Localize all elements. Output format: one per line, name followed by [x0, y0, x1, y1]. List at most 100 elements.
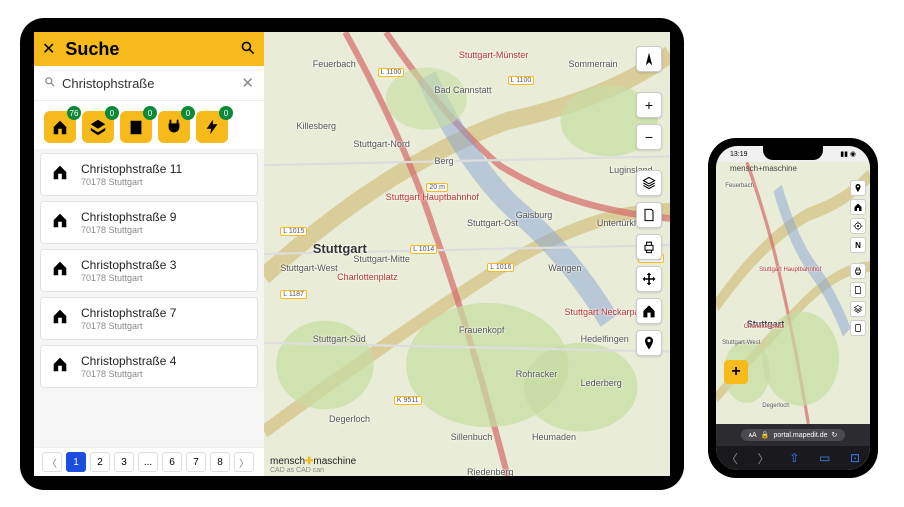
- phone-target-button[interactable]: [850, 218, 866, 234]
- filter-badge: 0: [219, 106, 233, 120]
- map-label: Charlottenplatz: [337, 272, 398, 282]
- map-watermark: mensch✚maschine CAD as CAD can: [270, 456, 356, 474]
- search-input[interactable]: [62, 76, 241, 91]
- home-icon: [51, 307, 69, 330]
- filter-bolt[interactable]: 0: [196, 111, 228, 143]
- print-button[interactable]: [636, 234, 662, 260]
- page-2[interactable]: 2: [90, 452, 110, 472]
- page-1[interactable]: 1: [66, 452, 86, 472]
- page-7[interactable]: 7: [186, 452, 206, 472]
- map-label: Riedenberg: [467, 467, 514, 476]
- page-next[interactable]: 〉: [234, 452, 254, 472]
- phone-map-label: Charlottenplatz: [744, 324, 784, 330]
- map-label: Rohracker: [516, 369, 558, 379]
- phone-doc-button[interactable]: [850, 282, 866, 298]
- home-icon: [51, 259, 69, 282]
- route-badge: L 1100: [508, 76, 535, 85]
- phone-url[interactable]: ᴀA 🔒 portal.mapedit.de ↻: [741, 429, 846, 441]
- result-subtitle: 70178 Stuttgart: [81, 369, 176, 379]
- phone-clip-button[interactable]: [850, 320, 866, 336]
- route-badge: K 9511: [394, 396, 422, 405]
- map-label: Stuttgart Neckarpark: [564, 307, 647, 317]
- phone-map[interactable]: mensch+maschine StuttgartFeuerbachStuttg…: [716, 162, 870, 424]
- route-badge: L 1015: [280, 227, 307, 236]
- document-button[interactable]: [636, 202, 662, 228]
- route-badge: L 1014: [410, 245, 437, 254]
- map-controls: + −: [636, 46, 662, 356]
- phone-compass-button[interactable]: N: [850, 237, 866, 253]
- route-badge: 20 m: [426, 183, 448, 192]
- result-subtitle: 70178 Stuttgart: [81, 225, 176, 235]
- map-label: Sommerrain: [569, 59, 618, 69]
- result-title: Christophstraße 7: [81, 306, 176, 320]
- map-label: Bad Cannstatt: [435, 85, 492, 95]
- filter-badge: 0: [143, 106, 157, 120]
- result-item[interactable]: Christophstraße 470178 Stuttgart: [40, 345, 258, 388]
- map-label: Wangen: [548, 263, 581, 273]
- nav-forward-icon[interactable]: 〉: [758, 450, 770, 467]
- filter-home[interactable]: 76: [44, 111, 76, 143]
- reload-icon[interactable]: ↻: [832, 431, 838, 439]
- page-prev[interactable]: 〈: [42, 452, 62, 472]
- zoom-in-button[interactable]: +: [636, 92, 662, 118]
- map-label: Killesberg: [296, 121, 336, 131]
- page-3[interactable]: 3: [114, 452, 134, 472]
- result-item[interactable]: Christophstraße 1170178 Stuttgart: [40, 153, 258, 196]
- map-city-label: Stuttgart: [313, 241, 367, 256]
- nav-back-icon[interactable]: 〈: [726, 450, 738, 467]
- nav-share-icon[interactable]: ⇧: [789, 451, 799, 465]
- filter-layers[interactable]: 0: [82, 111, 114, 143]
- lock-icon: ᴀA: [749, 432, 757, 439]
- filter-badge: 0: [181, 106, 195, 120]
- tablet-screen: ✕ Suche ✕ 760000 Christophstraße 1170178…: [34, 32, 670, 476]
- filter-building[interactable]: 0: [120, 111, 152, 143]
- nav-bookmarks-icon[interactable]: ▭: [819, 451, 830, 465]
- search-icon[interactable]: [240, 40, 256, 59]
- filter-badge: 0: [105, 106, 119, 120]
- page-...: ...: [138, 452, 158, 472]
- phone-status-icons: ▮▮ ◉: [840, 150, 856, 158]
- phone-nav-bar: 〈 〉 ⇧ ▭ ⊡: [716, 446, 870, 470]
- phone-pin-button[interactable]: [850, 180, 866, 196]
- result-item[interactable]: Christophstraße 370178 Stuttgart: [40, 249, 258, 292]
- map-label: Stuttgart-Nord: [353, 139, 410, 149]
- phone-map-label: Stuttgart Hauptbahnhof: [759, 267, 821, 273]
- map-label: Gaisburg: [516, 210, 553, 220]
- page-6[interactable]: 6: [162, 452, 182, 472]
- clear-search-icon[interactable]: ✕: [241, 74, 254, 92]
- search-input-icon: [44, 76, 56, 91]
- sidebar-header: ✕ Suche: [34, 32, 264, 66]
- map-label: Sillenbuch: [451, 432, 493, 442]
- sidebar-title: Suche: [65, 39, 240, 60]
- layers-button[interactable]: [636, 170, 662, 196]
- phone-map-label: Degerloch: [762, 403, 789, 409]
- filter-plug[interactable]: 0: [158, 111, 190, 143]
- map-label: Stuttgart-Süd: [313, 334, 366, 344]
- result-title: Christophstraße 11: [81, 162, 182, 176]
- move-button[interactable]: [636, 266, 662, 292]
- phone-watermark: mensch+maschine: [730, 164, 797, 173]
- result-subtitle: 70178 Stuttgart: [81, 273, 176, 283]
- pin-button[interactable]: [636, 330, 662, 356]
- map[interactable]: FeuerbachBad CannstattSommerrainStuttgar…: [264, 32, 670, 476]
- close-icon[interactable]: ✕: [42, 39, 55, 59]
- page-8[interactable]: 8: [210, 452, 230, 472]
- result-item[interactable]: Christophstraße 970178 Stuttgart: [40, 201, 258, 244]
- tablet-frame: ✕ Suche ✕ 760000 Christophstraße 1170178…: [20, 18, 684, 490]
- filter-row: 760000: [34, 101, 264, 149]
- zoom-out-button[interactable]: −: [636, 124, 662, 150]
- phone-time: 13:19: [730, 151, 748, 158]
- compass-button[interactable]: [636, 46, 662, 72]
- map-label: Stuttgart-Ost: [467, 218, 518, 228]
- results-list: Christophstraße 1170178 StuttgartChristo…: [34, 149, 264, 447]
- result-item[interactable]: Christophstraße 770178 Stuttgart: [40, 297, 258, 340]
- home-button[interactable]: [636, 298, 662, 324]
- map-label: Stuttgart-Münster: [459, 50, 529, 60]
- result-subtitle: 70178 Stuttgart: [81, 177, 182, 187]
- nav-tabs-icon[interactable]: ⊡: [850, 451, 860, 465]
- phone-print-button[interactable]: [850, 263, 866, 279]
- search-row: ✕: [34, 66, 264, 101]
- phone-add-button[interactable]: +: [724, 360, 748, 384]
- phone-home-button[interactable]: [850, 199, 866, 215]
- phone-layers-button[interactable]: [850, 301, 866, 317]
